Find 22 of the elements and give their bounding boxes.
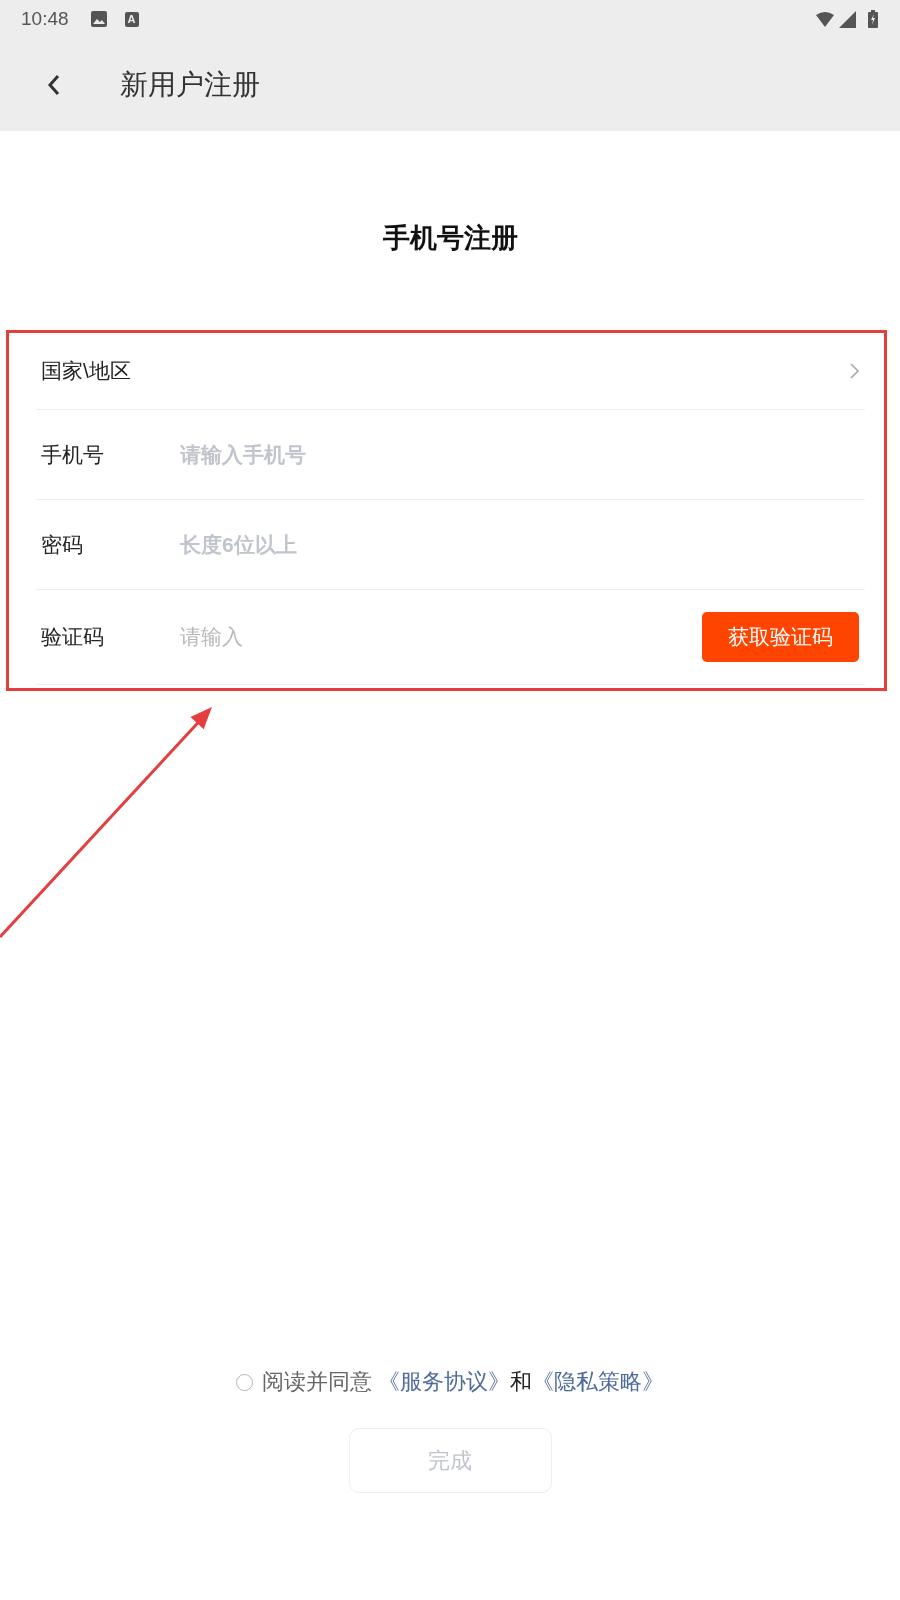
agree-checkbox[interactable] [236, 1373, 253, 1391]
field-label: 国家\地区 [41, 358, 132, 384]
chevron-right-icon[interactable] [850, 363, 859, 379]
page-title: 手机号注册 [382, 222, 518, 255]
field-label: 验证码 [41, 624, 105, 650]
chevron-left-icon [47, 73, 61, 96]
image-icon [90, 11, 107, 27]
privacy-link[interactable]: 《隐私策略》 [532, 1369, 664, 1394]
status-time: 10:48 [21, 8, 69, 30]
signal-icon [839, 10, 856, 28]
input-field[interactable]: 请输入 [180, 617, 702, 657]
get-code-button[interactable]: 获取验证码 [702, 612, 859, 662]
header-title: 新用户注册 [120, 67, 260, 102]
terms-link[interactable]: 《服务协议》 [378, 1369, 510, 1394]
field-label: 手机号 [41, 441, 105, 468]
field-label: 密码 [41, 531, 84, 558]
input-field[interactable]: 长度6位以上 [180, 524, 859, 565]
input-field[interactable]: 请输入手机号 [180, 434, 859, 475]
wifi-icon [816, 11, 834, 27]
battery-icon [868, 10, 878, 28]
agreement-text: 阅读并同意 《服务协议》和《隐私策略》 [262, 1368, 664, 1396]
app-notification-icon: A [124, 11, 139, 27]
